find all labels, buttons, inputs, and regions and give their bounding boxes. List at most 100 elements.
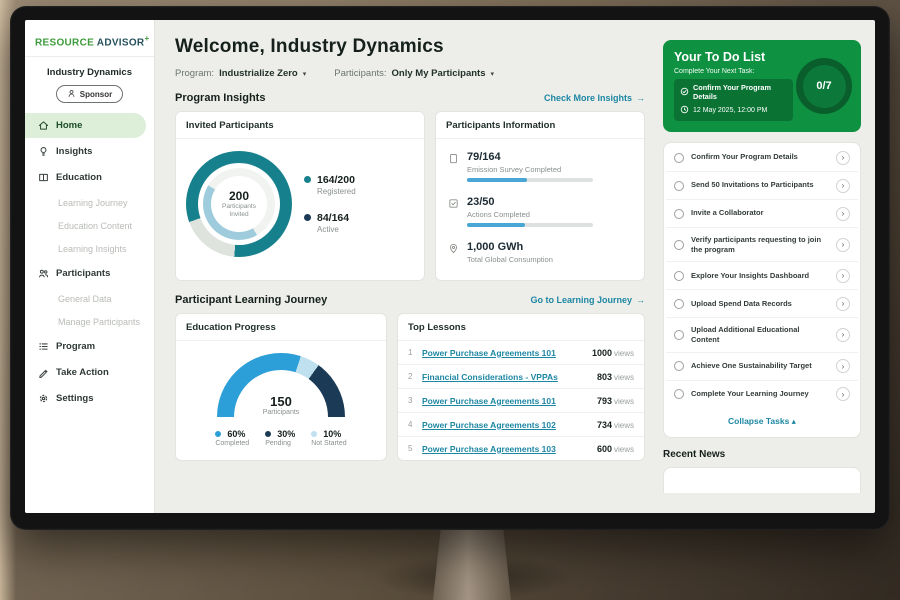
learning-journey-cards: Education Progress 150 Participants 60% [175, 313, 645, 461]
chevron-right-icon[interactable]: › [836, 238, 850, 252]
sidebar-subitem-label: Education Content [58, 221, 132, 231]
progress-bar [467, 223, 593, 227]
task-checkbox[interactable] [674, 271, 684, 281]
chevron-right-icon[interactable]: › [836, 359, 850, 373]
task-checkbox[interactable] [674, 240, 684, 250]
sidebar-item-insights[interactable]: Insights [25, 139, 146, 164]
invited-participants-body: 200 Participants Invited 164/200 Registe… [176, 139, 424, 269]
task-row[interactable]: Verify participants requesting to join t… [666, 228, 858, 262]
collapse-tasks-button[interactable]: Collapse Tasks ▴ [666, 408, 858, 436]
arrow-right-icon: → [636, 295, 645, 305]
donut-center-label: Participants Invited [217, 203, 261, 220]
chevron-right-icon[interactable]: › [836, 269, 850, 283]
sidebar-item-label: Take Action [56, 367, 109, 378]
task-label: Confirm Your Program Details [691, 152, 829, 162]
todo-task-list: Confirm Your Program Details › Send 50 I… [663, 142, 861, 438]
lesson-link[interactable]: Power Purchase Agreements 101 [422, 396, 591, 406]
invited-legend: 164/200 Registered 84/164 Active [304, 174, 356, 234]
sidebar-item-manage-participants[interactable]: Manage Participants [25, 310, 154, 333]
pencil-icon [38, 367, 49, 378]
chevron-down-icon: ▾ [303, 70, 307, 78]
task-row[interactable]: Upload Spend Data Records › [666, 290, 858, 318]
task-checkbox[interactable] [674, 209, 684, 219]
legend-dot [215, 431, 221, 437]
top-lessons-list: 1 Power Purchase Agreements 101 1000view… [398, 341, 644, 460]
task-row[interactable]: Achieve One Sustainability Target › [666, 353, 858, 381]
chevron-right-icon[interactable]: › [836, 387, 850, 401]
lesson-link[interactable]: Power Purchase Agreements 101 [422, 348, 586, 358]
lesson-link[interactable]: Power Purchase Agreements 102 [422, 420, 591, 430]
task-row[interactable]: Send 50 Invitations to Participants › [666, 172, 858, 200]
sidebar-item-settings[interactable]: Settings [25, 386, 146, 411]
task-checkbox[interactable] [674, 389, 684, 399]
task-row[interactable]: Invite a Collaborator › [666, 200, 858, 228]
top-lessons-card: Top Lessons 1 Power Purchase Agreements … [397, 313, 645, 461]
todo-progress-ring: 0/7 [796, 58, 852, 114]
sidebar-item-label: Insights [56, 146, 92, 157]
lesson-views-value: 734 [597, 420, 612, 430]
lightbulb-icon [38, 146, 49, 157]
task-checkbox[interactable] [674, 330, 684, 340]
sidebar-item-general-data[interactable]: General Data [25, 287, 154, 310]
task-checkbox[interactable] [674, 299, 684, 309]
sidebar-item-label: Participants [56, 268, 110, 279]
program-insights-cards: Invited Participants 200 Participants In… [175, 111, 645, 281]
participants-select[interactable]: Participants: Only My Participants ▾ [334, 68, 494, 79]
sidebar-item-learning-journey[interactable]: Learning Journey [25, 191, 154, 214]
task-checkbox[interactable] [674, 153, 684, 163]
donut-center: 200 Participants Invited [211, 176, 267, 232]
chevron-right-icon[interactable]: › [836, 179, 850, 193]
sidebar-item-program[interactable]: Program [25, 334, 146, 359]
section-title: Program Insights [175, 92, 265, 104]
lesson-views-unit: views [614, 397, 634, 406]
checklist-icon [448, 198, 459, 227]
task-row[interactable]: Complete Your Learning Journey › [666, 381, 858, 408]
task-label: Send 50 Invitations to Participants [691, 180, 829, 190]
clipboard-icon [448, 153, 459, 182]
person-icon [67, 89, 76, 100]
education-gauge-chart: 150 Participants [217, 353, 345, 417]
legend-item-active: 84/164 Active [304, 212, 356, 234]
chevron-right-icon[interactable]: › [836, 297, 850, 311]
legend-label: Active [317, 225, 349, 234]
task-row[interactable]: Upload Additional Educational Content › [666, 318, 858, 352]
program-select[interactable]: Program: Industrialize Zero ▾ [175, 68, 306, 79]
lesson-link[interactable]: Power Purchase Agreements 103 [422, 444, 591, 454]
lesson-rank: 5 [408, 444, 416, 453]
sidebar-item-education[interactable]: Education [25, 165, 146, 190]
sidebar-item-participants[interactable]: Participants [25, 261, 146, 286]
participants-select-label: Participants: [334, 68, 386, 79]
link-label: Check More Insights [544, 93, 632, 103]
chevron-up-icon: ▴ [792, 416, 796, 426]
lesson-views-value: 793 [597, 396, 612, 406]
chevron-right-icon[interactable]: › [836, 207, 850, 221]
legend-item-pending: 30% Pending [265, 429, 295, 447]
sidebar-item-label: Settings [56, 393, 93, 404]
recent-news-title: Recent News [663, 449, 861, 460]
location-pin-icon [448, 243, 459, 268]
task-row[interactable]: Confirm Your Program Details › [666, 144, 858, 172]
lesson-link[interactable]: Financial Considerations - VPPAs [422, 372, 591, 382]
dashboard-screen: RESOURCE ADVISOR+ Industry Dynamics Spon… [25, 20, 875, 513]
task-checkbox[interactable] [674, 181, 684, 191]
task-checkbox[interactable] [674, 361, 684, 371]
chevron-right-icon[interactable]: › [836, 328, 850, 342]
sidebar-item-home[interactable]: Home [25, 113, 146, 138]
lesson-row: 2 Financial Considerations - VPPAs 803vi… [398, 365, 644, 389]
monitor-stand [433, 528, 511, 600]
check-more-insights-link[interactable]: Check More Insights → [544, 93, 645, 103]
sidebar-item-education-content[interactable]: Education Content [25, 214, 154, 237]
chevron-right-icon[interactable]: › [836, 151, 850, 165]
legend-label: Not Started [311, 440, 346, 447]
sidebar-item-take-action[interactable]: Take Action [25, 360, 146, 385]
task-row[interactable]: Explore Your Insights Dashboard › [666, 262, 858, 290]
task-label: Upload Additional Educational Content [691, 325, 829, 345]
progress-bar-fill [467, 223, 525, 227]
org-name: Industry Dynamics [25, 67, 154, 78]
go-to-learning-journey-link[interactable]: Go to Learning Journey → [530, 295, 645, 305]
sidebar-item-learning-insights[interactable]: Learning Insights [25, 237, 154, 260]
clock-icon [680, 105, 689, 116]
todo-panel: Your To Do List Complete Your Next Task:… [657, 20, 875, 513]
stat-label: Total Global Consumption [467, 255, 553, 264]
sponsor-badge-label: Sponsor [80, 90, 112, 99]
